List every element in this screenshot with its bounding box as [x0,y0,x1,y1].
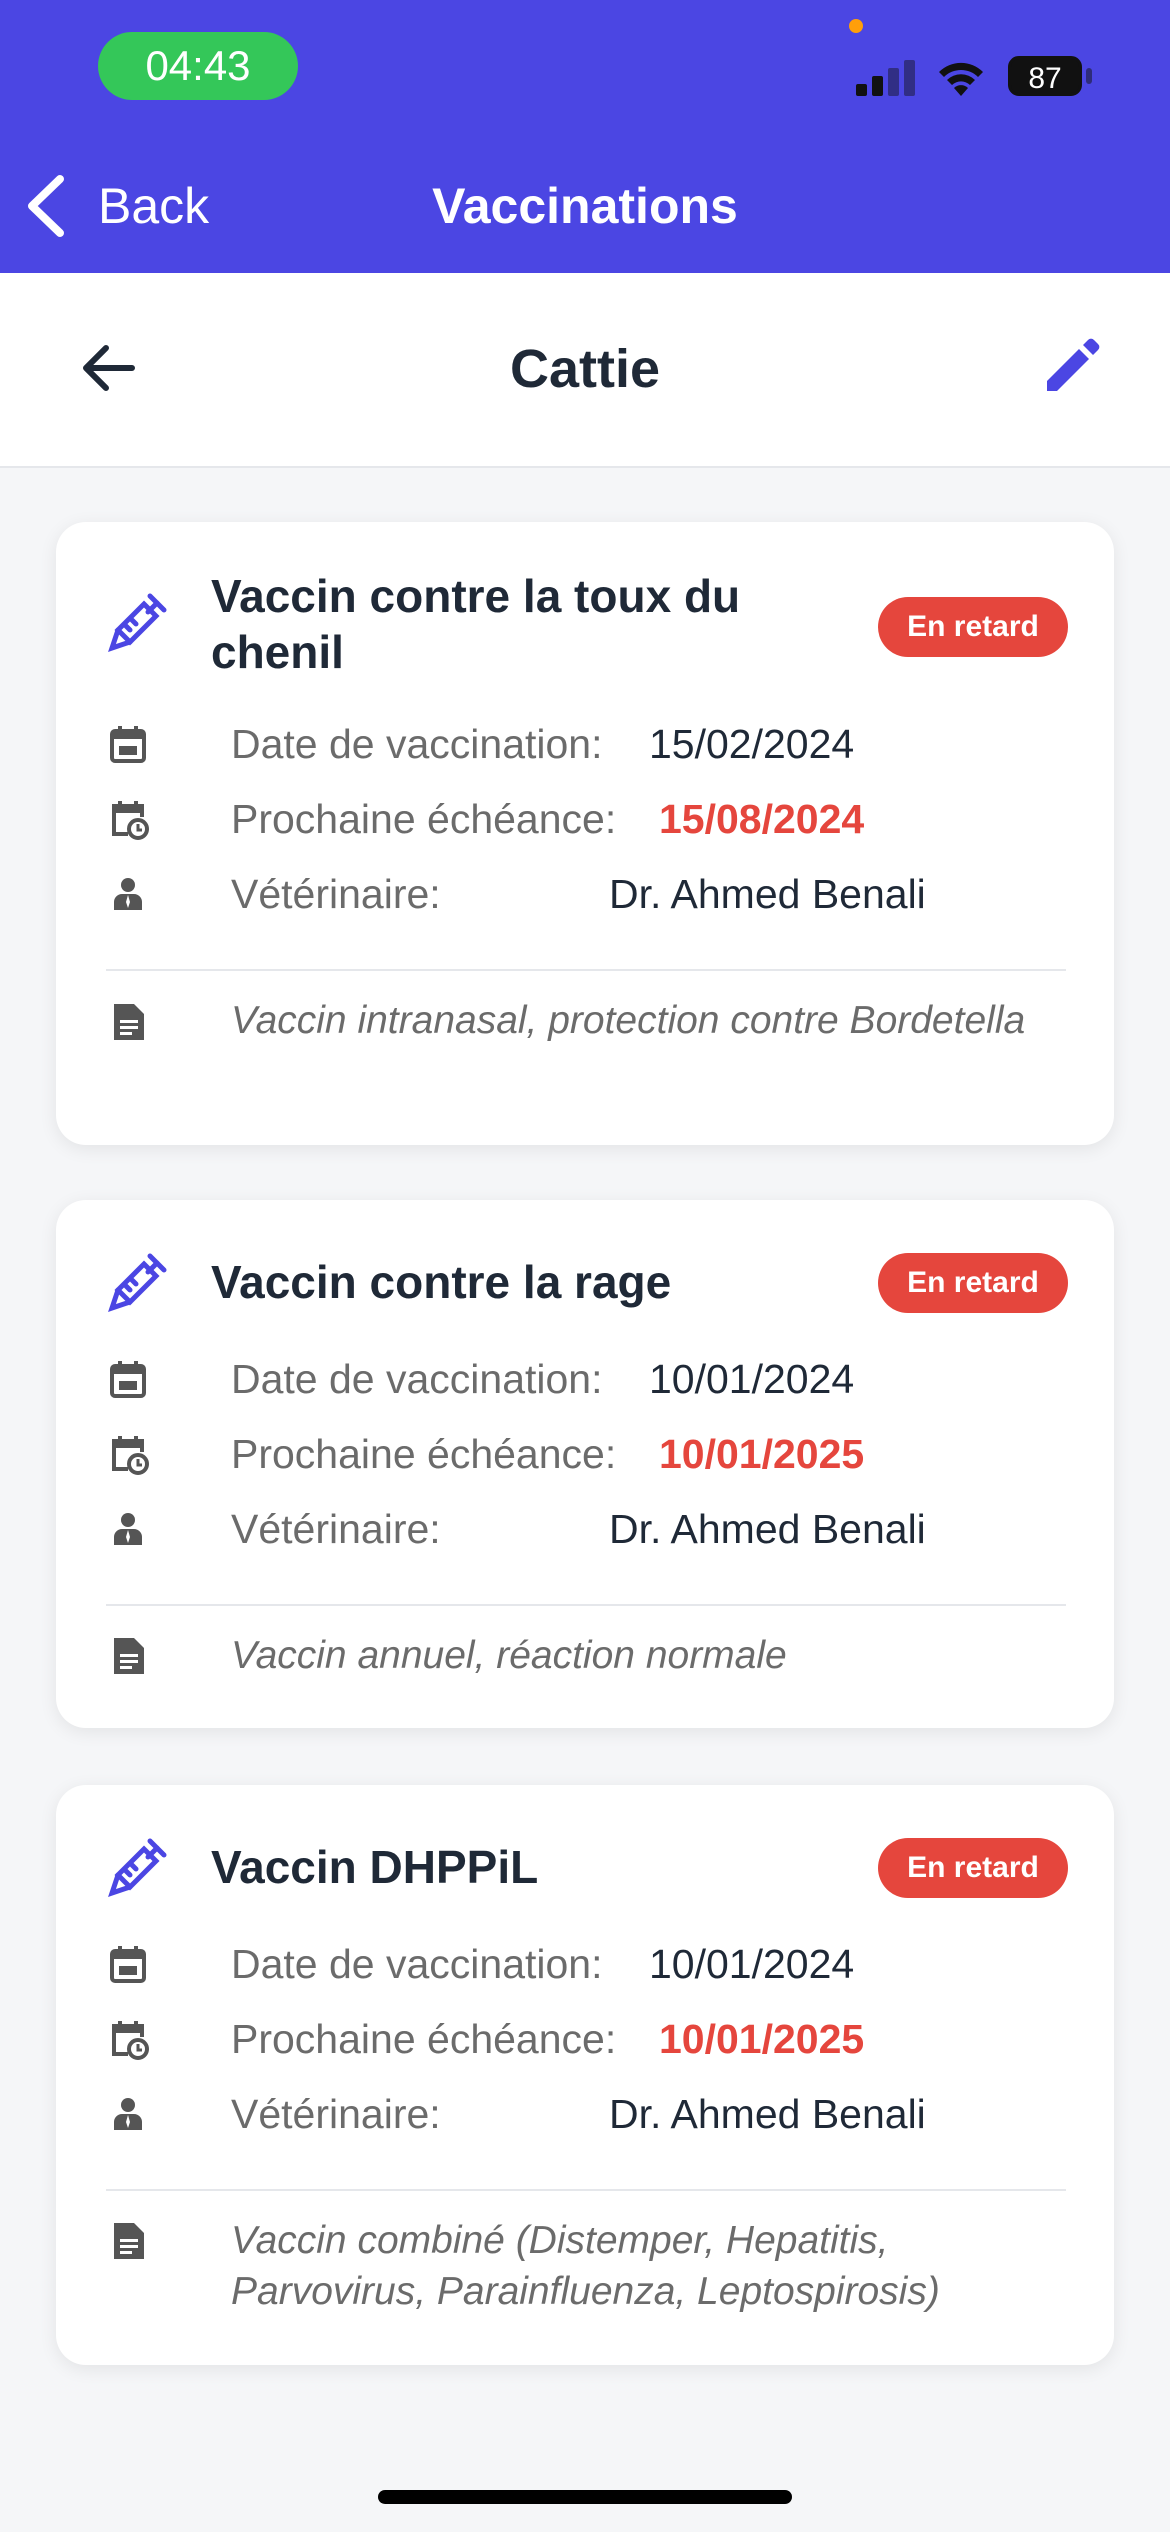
page-title: Cattie [509,339,661,399]
veterinarian-icon [114,1513,142,1545]
veterinarian-icon [114,2098,142,2130]
note-icon [114,2223,144,2259]
calendar-clock-icon [112,801,149,840]
vet-label: Vétérinaire: [231,2091,441,2137]
vet-row: Vétérinaire: Dr. Ahmed Benali [106,2086,1066,2142]
calendar-clock-icon [112,2021,149,2060]
vet-row: Vétérinaire: Dr. Ahmed Benali [106,1501,1066,1557]
next-due-label: Prochaine échéance: [231,1431,617,1477]
status-badge: En retard [878,597,1068,657]
note-icon [114,1638,144,1674]
vaccination-card[interactable]: Vaccin DHPPiL En retard Date de vaccinat… [56,1785,1114,2365]
navigation-bar: 04:43 87 Back Vaccinations [0,0,1170,273]
date-value: 10/01/2024 [649,1941,855,1987]
vaccine-name: Vaccin contre la toux du chenil [211,570,741,678]
note-icon [114,1004,144,1040]
next-due-row: Prochaine échéance: 10/01/2025 [106,1426,1066,1482]
back-button[interactable]: Back [24,170,209,242]
vaccination-card[interactable]: Vaccin contre la rage En retard Date de … [56,1200,1114,1728]
status-time: 04:43 [98,32,298,100]
battery-indicator: 87 [1008,56,1082,96]
calendar-icon [110,726,146,763]
card-divider [106,969,1066,971]
next-due-label: Prochaine échéance: [231,796,617,842]
next-due-value: 10/01/2025 [659,2016,865,2062]
vet-label: Vétérinaire: [231,871,441,917]
date-label: Date de vaccination: [231,1941,603,1987]
next-due-row: Prochaine échéance: 15/08/2024 [106,791,1066,847]
vaccine-name: Vaccin contre la rage [211,1256,672,1308]
calendar-icon [110,1946,146,1983]
privacy-indicator [849,19,863,33]
vaccine-note: Vaccin intranasal, protection contre Bor… [231,999,1026,1042]
page-header: Cattie [0,273,1170,468]
status-badge: En retard [878,1838,1068,1898]
vet-value: Dr. Ahmed Benali [609,1506,926,1552]
syringe-icon [108,1838,167,1897]
veterinarian-icon [114,878,142,910]
vaccine-note: Vaccin annuel, réaction normale [231,1634,787,1677]
next-due-label: Prochaine échéance: [231,2016,617,2062]
vaccination-date-row: Date de vaccination: 10/01/2024 [106,1351,1066,1407]
wifi-icon [939,62,983,96]
vaccination-card[interactable]: Vaccin contre la toux du chenil En retar… [56,522,1114,1145]
chevron-left-icon [28,175,64,237]
vet-value: Dr. Ahmed Benali [609,2091,926,2137]
date-label: Date de vaccination: [231,721,603,767]
back-label: Back [98,178,210,234]
battery-tip [1086,68,1092,84]
card-divider [106,2189,1066,2191]
vaccination-date-row: Date de vaccination: 15/02/2024 [106,716,1066,772]
vaccination-date-row: Date de vaccination: 10/01/2024 [106,1936,1066,1992]
date-value: 15/02/2024 [649,721,855,767]
vet-row: Vétérinaire: Dr. Ahmed Benali [106,866,1066,922]
date-value: 10/01/2024 [649,1356,855,1402]
date-label: Date de vaccination: [231,1356,603,1402]
vet-label: Vétérinaire: [231,1506,441,1552]
card-divider [106,1604,1066,1606]
next-due-value: 10/01/2025 [659,1431,865,1477]
edit-pencil-icon[interactable] [1035,333,1105,403]
home-indicator[interactable] [378,2490,792,2504]
vaccine-name: Vaccin DHPPiL [211,1841,539,1893]
next-due-value: 15/08/2024 [659,796,865,842]
calendar-clock-icon [112,1436,149,1475]
calendar-icon [110,1361,146,1398]
cellular-signal-icon [856,60,915,96]
vet-value: Dr. Ahmed Benali [609,871,926,917]
next-due-row: Prochaine échéance: 10/01/2025 [106,2011,1066,2067]
syringe-icon [108,1253,167,1312]
syringe-icon [108,593,167,652]
vaccine-note: Vaccin combiné (Distemper, Hepatitis, Pa… [231,2219,940,2313]
status-badge: En retard [878,1253,1068,1313]
